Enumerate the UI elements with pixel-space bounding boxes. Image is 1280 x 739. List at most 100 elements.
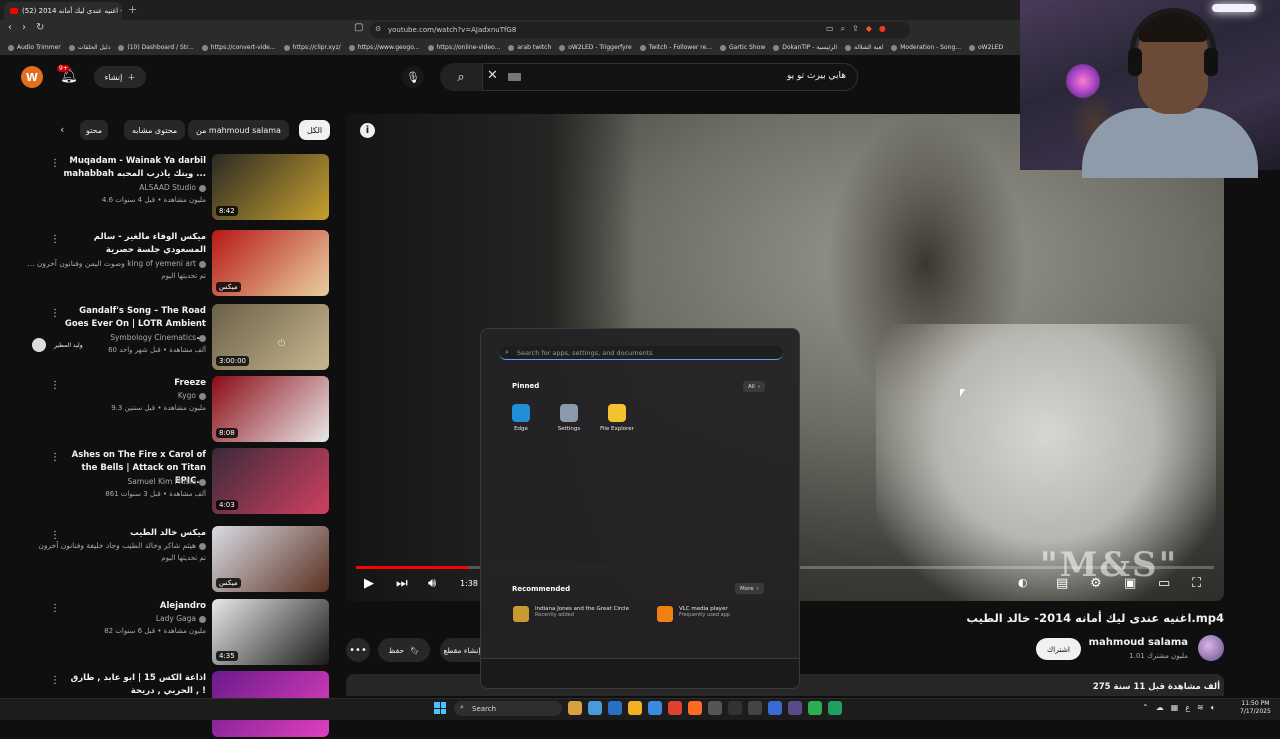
bookmark-item[interactable]: DokanTIP - الرئيسية (773, 44, 837, 51)
windows-start-icon[interactable] (434, 702, 446, 714)
chip-more[interactable]: محتو (80, 120, 108, 140)
kebab-menu-icon[interactable]: ⋮ (50, 380, 60, 391)
new-tab-icon[interactable]: + (128, 3, 137, 16)
bookmark-item[interactable]: Gartic Show (720, 44, 765, 51)
power-icon[interactable]: ⏻ (278, 339, 285, 349)
notifications-bell-icon[interactable]: 🔔︎ 9+ (57, 65, 78, 84)
video-title[interactable]: ميكس خالد الطيب (56, 527, 206, 540)
taskbar-app-icon[interactable] (748, 701, 762, 715)
subscribe-button[interactable]: اشتراك (1036, 638, 1081, 660)
autoplay-toggle-icon[interactable]: ◐ (1018, 576, 1028, 589)
bookmark-item[interactable]: Moderation - Song... (891, 44, 961, 51)
taskbar-app-icon[interactable] (708, 701, 722, 715)
kebab-menu-icon[interactable]: ⋮ (50, 308, 60, 319)
bookmark-item[interactable]: arab twitch (508, 44, 551, 51)
create-button[interactable]: إنشاء ＋ (94, 66, 146, 88)
video-thumbnail[interactable]: 4:35 (212, 599, 329, 665)
user-name[interactable]: وليد المطير (54, 342, 83, 349)
pinned-app[interactable]: File Explorer (595, 404, 639, 432)
chip-from-channel[interactable]: من mahmoud salama (188, 120, 289, 140)
next-icon[interactable]: ⏭ (396, 576, 408, 591)
bookmark-item[interactable]: (10) Dashboard / Str... (118, 44, 194, 51)
miniplayer-icon[interactable]: ▣ (1124, 576, 1136, 591)
reload-icon[interactable]: ↻ (36, 22, 44, 33)
video-title[interactable]: Muqadam - Wainak Ya darbil mahabbah وينك… (56, 155, 206, 181)
search-button[interactable]: ⌕ (440, 63, 482, 91)
speaker-icon[interactable]: 🔈︎ (1211, 703, 1216, 713)
onedrive-icon[interactable]: ☁ (1156, 703, 1164, 713)
list-item[interactable]: 8:42 Muqadam - Wainak Ya darbil mahabbah … (0, 154, 340, 222)
voice-search-icon[interactable]: 🎙︎ (402, 66, 424, 88)
theater-mode-icon[interactable]: ▭ (1158, 576, 1170, 591)
taskbar-app-icon[interactable] (568, 701, 582, 715)
kebab-menu-icon[interactable]: ⋮ (50, 234, 60, 245)
bookmark-item[interactable]: دليل الحلقات (68, 44, 110, 51)
pinned-app[interactable]: Settings (547, 404, 591, 432)
video-thumbnail[interactable]: 3:00:00 (212, 304, 329, 370)
volume-icon[interactable]: 🔊︎ (428, 576, 436, 591)
taskbar-app-icon[interactable] (808, 701, 822, 715)
clip-button[interactable]: إنشاء مقطع (440, 638, 484, 662)
bookmark-item[interactable]: https://www.geogo... (348, 44, 420, 51)
forward-icon[interactable]: › (22, 22, 26, 33)
bookmark-item[interactable]: https://online-video... (427, 44, 500, 51)
pinned-app[interactable]: Edge (499, 404, 543, 432)
back-icon[interactable]: ‹ (8, 22, 12, 33)
share-icon[interactable]: ⇪ (852, 24, 859, 34)
video-title[interactable]: ميكس الوفاء مالغير - سالم المسعودي جلسة … (56, 231, 206, 257)
list-item[interactable]: ميكس ميكس الوفاء مالغير - سالم المسعودي ج… (0, 230, 340, 298)
video-title[interactable]: اذاعة الكس 15 | ابو عابد , طارق الحربي ,… (56, 672, 206, 698)
subtitles-icon[interactable]: ▤ (1056, 576, 1068, 591)
play-icon[interactable]: ▶ (364, 576, 374, 591)
language-icon[interactable]: ع (1185, 703, 1190, 713)
fullscreen-icon[interactable]: ⛶ (1192, 576, 1201, 591)
bookmark-item[interactable]: https://clipr.xyz/ (283, 44, 341, 51)
channel-name[interactable]: mahmoud salama (1089, 637, 1188, 648)
recommended-item[interactable]: Indiana Jones and the Great Circle Recent… (513, 606, 629, 622)
chip-related[interactable]: محتوى مشابه (124, 120, 186, 140)
cast-icon[interactable]: ▭ (826, 24, 834, 34)
taskbar-app-icon[interactable] (768, 701, 782, 715)
bookmark-item[interactable]: Twitch - Follower re... (639, 44, 712, 51)
browser-tab[interactable]: (52) اغنيه عندى ليك أمانه 2014 - ... ✕ (4, 2, 122, 20)
kebab-menu-icon[interactable]: ⋮ (50, 530, 60, 541)
kebab-menu-icon[interactable]: ⋮ (50, 452, 60, 463)
taskbar-app-icon[interactable] (608, 701, 622, 715)
bookmark-item[interactable]: oW2LED - Triggerfyre (559, 44, 632, 51)
taskbar-app-icon[interactable] (788, 701, 802, 715)
more-actions-button[interactable]: ••• (346, 638, 370, 662)
site-info-icon[interactable]: ⚙ (375, 25, 381, 33)
chevron-left-icon[interactable]: ‹ (60, 123, 64, 136)
chip-all[interactable]: الكل (299, 120, 331, 140)
brave-shield-icon[interactable]: ◆ (866, 24, 872, 34)
kebab-menu-icon[interactable]: ⋮ (50, 158, 60, 169)
network-icon[interactable]: ▦ (1171, 703, 1179, 713)
bookmark-page-icon[interactable]: ▢ (354, 22, 363, 33)
list-item[interactable]: ميكس ميكس خالد الطيب هيثم شاكر وخالد الطيب… (0, 526, 340, 594)
user-account-icon[interactable] (32, 338, 46, 352)
taskbar-app-icon[interactable] (648, 701, 662, 715)
bookmark-item[interactable]: https://convert-vide... (201, 44, 276, 51)
kebab-menu-icon[interactable]: ⋮ (50, 675, 60, 686)
taskbar-app-icon[interactable] (628, 701, 642, 715)
settings-gear-icon[interactable]: ⚙ (1090, 576, 1102, 591)
taskbar-app-icon[interactable] (828, 701, 842, 715)
bookmark-item[interactable]: oW2LED (969, 44, 1003, 51)
channel-avatar[interactable] (1198, 635, 1224, 661)
tray-overflow-icon[interactable]: ⌃ (1142, 703, 1149, 713)
account-avatar[interactable]: W (21, 66, 43, 88)
start-search-input[interactable]: ⌕ Search for apps, settings, and documen… (499, 346, 783, 360)
list-item[interactable]: 4:35 Alejandro Lady Gaga 82 مليون مشاهدة • … (0, 599, 340, 667)
save-button[interactable]: حفظ 🔖︎ (378, 638, 430, 662)
zoom-icon[interactable]: ⌕ (841, 24, 845, 34)
taskbar-app-icon[interactable] (728, 701, 742, 715)
wifi-icon[interactable]: ≋ (1197, 703, 1204, 713)
clear-search-icon[interactable]: ✕ (487, 68, 498, 83)
video-thumbnail[interactable]: ميكس (212, 526, 329, 592)
taskbar-app-icon[interactable] (588, 701, 602, 715)
taskbar-app-icon[interactable] (668, 701, 682, 715)
info-icon[interactable]: i (360, 123, 375, 138)
video-thumbnail[interactable]: ميكس (212, 230, 329, 296)
extension-icon[interactable]: ● (879, 24, 886, 34)
list-item[interactable]: 4:03 Ashes on The Fire x Carol of the Bel… (0, 448, 340, 516)
